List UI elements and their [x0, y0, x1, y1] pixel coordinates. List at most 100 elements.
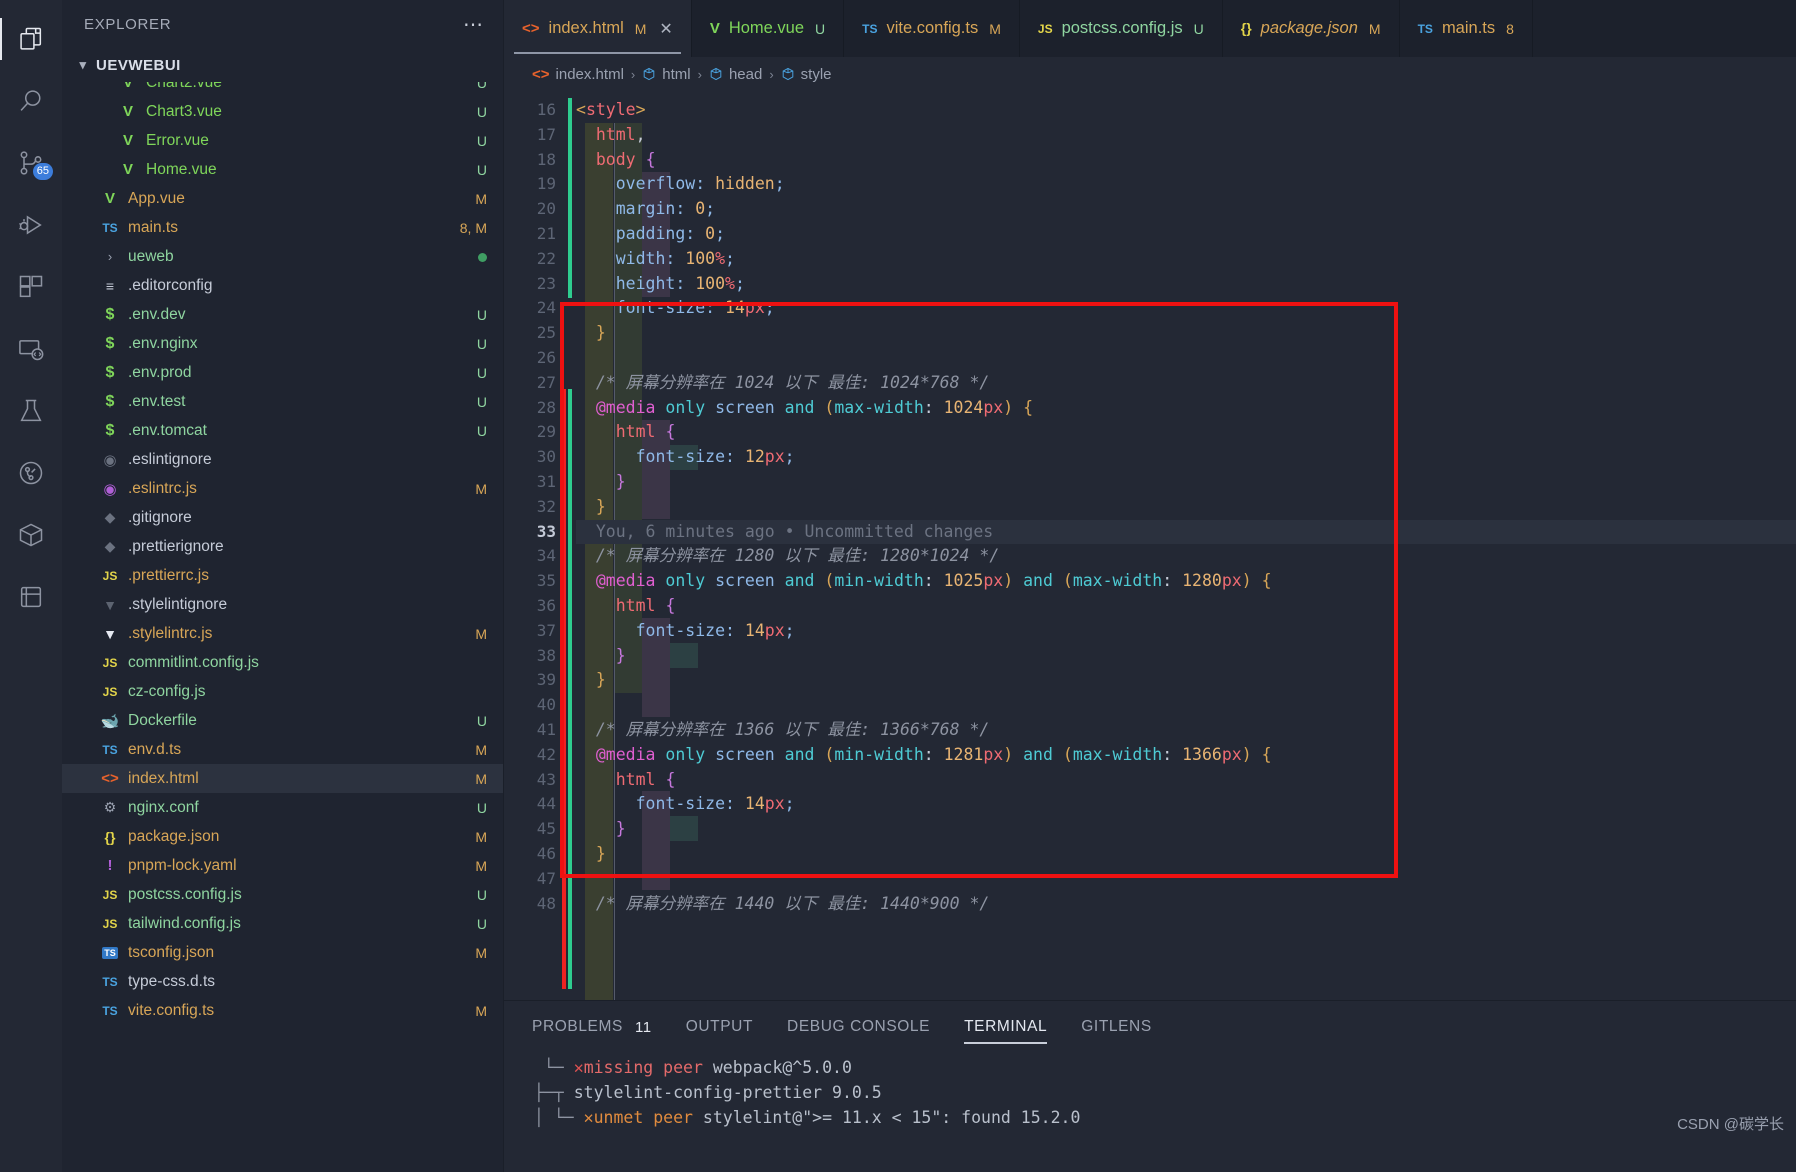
- code-line[interactable]: font-size: 14px;: [576, 296, 1796, 321]
- code-line[interactable]: /* 屏幕分辨率在 1280 以下 最佳: 1280*1024 */: [576, 544, 1796, 569]
- terminal-output[interactable]: └─ ✕missing peer webpack@^5.0.0 ├─┬ style…: [504, 1053, 1796, 1172]
- code-line[interactable]: height: 100%;: [576, 272, 1796, 297]
- breadcrumb-item[interactable]: html: [642, 66, 691, 83]
- file-tree[interactable]: V Chart2.vue U V Chart3.vue U V Error.vue U V Home…: [62, 82, 503, 1172]
- file-tree-item[interactable]: TS vite.config.ts M: [62, 996, 503, 1025]
- file-tree-item[interactable]: ◆ .prettierignore: [62, 532, 503, 561]
- code-line[interactable]: }: [576, 644, 1796, 669]
- file-tree-item[interactable]: TS main.ts 8, M: [62, 213, 503, 242]
- file-tree-item[interactable]: $ .env.prod U: [62, 358, 503, 387]
- file-tree-item[interactable]: JS postcss.config.js U: [62, 880, 503, 909]
- code-line[interactable]: html,: [576, 123, 1796, 148]
- database-icon[interactable]: [0, 566, 62, 628]
- file-tree-item[interactable]: $ .env.test U: [62, 387, 503, 416]
- remote-explorer-icon[interactable]: [0, 318, 62, 380]
- file-tree-item[interactable]: V App.vue M: [62, 184, 503, 213]
- code-line[interactable]: }: [576, 668, 1796, 693]
- editor-tab[interactable]: <> index.html M ✕: [504, 0, 692, 57]
- file-tree-item[interactable]: {} package.json M: [62, 822, 503, 851]
- file-tree-item[interactable]: ◆ .gitignore: [62, 503, 503, 532]
- code-line[interactable]: /* 屏幕分辨率在 1024 以下 最佳: 1024*768 */: [576, 371, 1796, 396]
- package-icon[interactable]: [0, 504, 62, 566]
- workspace-root-row[interactable]: ▾ UEVWEBUI: [62, 48, 503, 82]
- file-tree-item[interactable]: ◉ .eslintrc.js M: [62, 474, 503, 503]
- file-tree-item[interactable]: V Chart3.vue U: [62, 97, 503, 126]
- code-line[interactable]: }: [576, 470, 1796, 495]
- file-tree-item[interactable]: V Home.vue U: [62, 155, 503, 184]
- gitlens-icon[interactable]: [0, 442, 62, 504]
- code-line[interactable]: @media only screen and (min-width: 1281p…: [576, 743, 1796, 768]
- file-tree-item[interactable]: V Error.vue U: [62, 126, 503, 155]
- editor-tab[interactable]: TS main.ts 8: [1399, 0, 1533, 57]
- code-line[interactable]: font-size: 14px;: [576, 619, 1796, 644]
- editor-tab[interactable]: V Home.vue U: [691, 0, 845, 57]
- extensions-icon[interactable]: [0, 256, 62, 318]
- code-line[interactable]: You, 6 minutes ago • Uncommitted changes: [576, 519, 1796, 545]
- breadcrumb-item[interactable]: head: [709, 66, 762, 83]
- file-tree-item[interactable]: ⚙ nginx.conf U: [62, 793, 503, 822]
- code-line[interactable]: }: [576, 321, 1796, 346]
- code-line[interactable]: [576, 693, 1796, 718]
- file-tree-item[interactable]: TS type-css.d.ts: [62, 967, 503, 996]
- file-tree-item[interactable]: TS env.d.ts M: [62, 735, 503, 764]
- file-tree-item[interactable]: › ueweb: [62, 242, 503, 271]
- editor-tab-bar[interactable]: <> index.html M ✕ V Home.vue U TS vite.config.ts…: [504, 0, 1796, 57]
- code-line[interactable]: margin: 0;: [576, 197, 1796, 222]
- code-line[interactable]: html {: [576, 420, 1796, 445]
- testing-icon[interactable]: [0, 380, 62, 442]
- explorer-more-icon[interactable]: ⋯: [463, 12, 485, 37]
- explorer-icon[interactable]: [0, 8, 62, 70]
- file-tree-item[interactable]: ! pnpm-lock.yaml M: [62, 851, 503, 880]
- code-lines[interactable]: <style> html, body { overflow: hidden; m…: [576, 91, 1796, 1000]
- panel-tab[interactable]: PROBLEMS 11: [532, 1001, 652, 1053]
- code-line[interactable]: padding: 0;: [576, 222, 1796, 247]
- code-line[interactable]: }: [576, 817, 1796, 842]
- file-tree-item[interactable]: 🐋 Dockerfile U: [62, 706, 503, 735]
- code-line[interactable]: /* 屏幕分辨率在 1366 以下 最佳: 1366*768 */: [576, 718, 1796, 743]
- editor-tab[interactable]: {} package.json M: [1222, 0, 1400, 57]
- code-line[interactable]: html {: [576, 594, 1796, 619]
- close-icon[interactable]: ✕: [659, 19, 672, 39]
- file-tree-item[interactable]: JS cz-config.js: [62, 677, 503, 706]
- code-line[interactable]: }: [576, 495, 1796, 520]
- run-and-debug-icon[interactable]: [0, 194, 62, 256]
- code-line[interactable]: }: [576, 842, 1796, 867]
- code-line[interactable]: <style>: [576, 98, 1796, 123]
- file-tree-item[interactable]: ▼ .stylelintignore: [62, 590, 503, 619]
- file-tree-item[interactable]: $ .env.dev U: [62, 300, 503, 329]
- file-tree-item[interactable]: ≡ .editorconfig: [62, 271, 503, 300]
- breadcrumb-item[interactable]: <> index.html: [532, 66, 624, 83]
- code-line[interactable]: body {: [576, 148, 1796, 173]
- editor-tab[interactable]: TS vite.config.ts M: [844, 0, 1020, 57]
- file-tree-item[interactable]: TS tsconfig.json M: [62, 938, 503, 967]
- code-line[interactable]: font-size: 14px;: [576, 792, 1796, 817]
- file-tree-item[interactable]: JS tailwind.config.js U: [62, 909, 503, 938]
- code-editor[interactable]: 16 17 18 19 20 21 22 23 24 25 26 27 28 29 30 31 32 33 34 35…: [504, 91, 1796, 1000]
- file-tree-item[interactable]: <> index.html M: [62, 764, 503, 793]
- file-tree-item[interactable]: V Chart2.vue U: [62, 82, 503, 97]
- panel-tab[interactable]: DEBUG CONSOLE: [787, 1001, 930, 1053]
- file-tree-item[interactable]: JS commitlint.config.js: [62, 648, 503, 677]
- panel-tab[interactable]: TERMINAL: [964, 1001, 1048, 1053]
- file-tree-item[interactable]: $ .env.nginx U: [62, 329, 503, 358]
- panel-tab[interactable]: OUTPUT: [686, 1001, 753, 1053]
- editor-tab[interactable]: JS postcss.config.js U: [1019, 0, 1223, 57]
- file-tree-item[interactable]: JS .prettierrc.js: [62, 561, 503, 590]
- file-tree-item[interactable]: ▼ .stylelintrc.js M: [62, 619, 503, 648]
- code-line[interactable]: font-size: 12px;: [576, 445, 1796, 470]
- code-line[interactable]: [576, 867, 1796, 892]
- code-line[interactable]: overflow: hidden;: [576, 172, 1796, 197]
- code-line[interactable]: @media only screen and (max-width: 1024p…: [576, 396, 1796, 421]
- code-line[interactable]: @media only screen and (min-width: 1025p…: [576, 569, 1796, 594]
- panel-tab[interactable]: GITLENS: [1081, 1001, 1152, 1053]
- file-tree-item[interactable]: $ .env.tomcat U: [62, 416, 503, 445]
- code-line[interactable]: html {: [576, 768, 1796, 793]
- source-control-icon[interactable]: 65: [0, 132, 62, 194]
- code-line[interactable]: [576, 346, 1796, 371]
- breadcrumb[interactable]: <> index.html › html › head › style: [504, 57, 1796, 91]
- code-line[interactable]: /* 屏幕分辨率在 1440 以下 最佳: 1440*900 */: [576, 892, 1796, 917]
- breadcrumb-item[interactable]: style: [781, 66, 832, 83]
- panel-tab-bar[interactable]: PROBLEMS 11 OUTPUT DEBUG CONSOLE TERMINAL GIT…: [504, 1001, 1796, 1053]
- file-tree-item[interactable]: ◉ .eslintignore: [62, 445, 503, 474]
- search-icon[interactable]: [0, 70, 62, 132]
